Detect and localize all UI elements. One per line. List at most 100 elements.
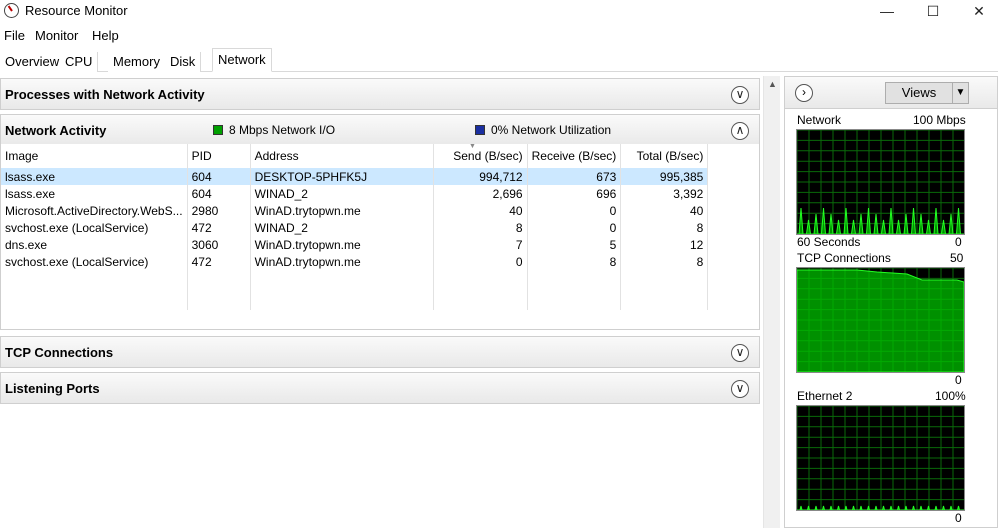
cell-total: 40 (620, 202, 709, 219)
column-header-send[interactable]: Send (B/sec) (433, 144, 528, 168)
cell-receive: 0 (527, 202, 622, 219)
column-header-image[interactable]: Image (1, 144, 188, 168)
cell-address: DESKTOP-5PHFK5J (250, 168, 434, 185)
graph-pane: › Views ▼ Network 100 Mbps 60 Seconds 0 … (784, 76, 998, 528)
cell-receive: 696 (527, 185, 622, 202)
processes-section-header[interactable]: Processes with Network Activity ∨ (0, 78, 760, 110)
cell-address: WINAD_2 (250, 219, 434, 236)
tcp-graph-min: 0 (955, 373, 962, 387)
title-bar: Resource Monitor — ☐ ✕ (0, 0, 998, 22)
minimize-icon[interactable]: — (864, 0, 910, 22)
tab-strip: Overview CPU Memory Disk Network (0, 48, 998, 72)
cell-receive: 5 (527, 236, 622, 253)
cell-pid: 604 (187, 168, 251, 185)
column-header-address[interactable]: Address (250, 144, 434, 168)
tab-cpu[interactable]: CPU (60, 52, 99, 72)
cell-receive: 673 (527, 168, 622, 185)
ethernet-graph-max: 100% (935, 389, 966, 403)
resource-monitor-icon (4, 3, 19, 18)
cell-send: 994,712 (433, 168, 528, 185)
tab-memory[interactable]: Memory (108, 52, 166, 72)
tcp-graph-max: 50 (950, 251, 964, 265)
tcp-connections-graph (796, 267, 965, 373)
tab-disk[interactable]: Disk (165, 52, 202, 72)
tcp-trace (797, 269, 964, 372)
ethernet-graph-min: 0 (955, 511, 962, 525)
listening-ports-header[interactable]: Listening Ports ∨ (0, 372, 760, 404)
io-legend-label: 8 Mbps Network I/O (229, 123, 336, 137)
views-button[interactable]: Views (885, 82, 953, 104)
menu-monitor[interactable]: Monitor (35, 28, 78, 43)
ethernet-graph (796, 405, 965, 511)
utilization-legend-label: 0% Network Utilization (491, 123, 612, 137)
cell-image: lsass.exe (1, 168, 188, 185)
listening-ports-title: Listening Ports (5, 381, 100, 396)
chevron-down-icon[interactable]: ∨ (731, 380, 749, 398)
table-row[interactable]: dns.exe 3060 WinAD.trytopwn.me 7 5 12 (1, 236, 709, 253)
chevron-right-icon[interactable]: › (795, 84, 813, 102)
table-row[interactable]: Microsoft.ActiveDirectory.WebS... 2980 Win… (1, 202, 709, 219)
cell-send: 0 (433, 253, 528, 270)
chevron-down-icon[interactable]: ∨ (731, 86, 749, 104)
network-graph-min: 0 (955, 235, 962, 249)
cell-total: 12 (620, 236, 709, 253)
table-header-row: Image PID Address Send (B/sec) Receive (… (1, 144, 709, 168)
chevron-up-icon[interactable]: ∧ (731, 122, 749, 140)
ethernet-graph-title: Ethernet 2 (797, 389, 853, 403)
tab-overview[interactable]: Overview (0, 52, 66, 72)
cell-send: 2,696 (433, 185, 528, 202)
cell-image: lsass.exe (1, 185, 188, 202)
table-row[interactable]: svchost.exe (LocalService) 472 WINAD_2 8 0 8 (1, 219, 709, 236)
io-legend-swatch (213, 125, 223, 135)
cell-pid: 2980 (187, 202, 251, 219)
cell-image: Microsoft.ActiveDirectory.WebS... (1, 202, 188, 219)
network-graph-time-span: 60 Seconds (797, 235, 861, 249)
cell-total: 8 (620, 219, 709, 236)
chevron-down-icon[interactable]: ∨ (731, 344, 749, 362)
network-activity-title: Network Activity (5, 123, 107, 138)
window-title: Resource Monitor (25, 3, 128, 18)
graph-pane-header: › Views ▼ (785, 77, 997, 109)
cell-image: dns.exe (1, 236, 188, 253)
utilization-legend-swatch (475, 125, 485, 135)
scroll-up-icon[interactable]: ▲ (764, 76, 781, 93)
cell-pid: 604 (187, 185, 251, 202)
cell-image: svchost.exe (LocalService) (1, 253, 188, 270)
cell-address: WinAD.trytopwn.me (250, 253, 434, 270)
network-activity-table: ▼ Image PID Address Send (B/sec) Receive… (0, 143, 760, 330)
table-row[interactable]: svchost.exe (LocalService) 472 WinAD.tryto… (1, 253, 709, 270)
network-graph-title: Network (797, 113, 842, 127)
cell-receive: 8 (527, 253, 622, 270)
network-activity-header[interactable]: Network Activity 8 Mbps Network I/O 0% N… (0, 114, 760, 146)
menu-help[interactable]: Help (92, 28, 119, 43)
network-graph (796, 129, 965, 235)
cell-total: 8 (620, 253, 709, 270)
tcp-connections-header[interactable]: TCP Connections ∨ (0, 336, 760, 368)
cell-pid: 472 (187, 253, 251, 270)
cell-image: svchost.exe (LocalService) (1, 219, 188, 236)
cell-pid: 472 (187, 219, 251, 236)
cell-send: 8 (433, 219, 528, 236)
network-graph-max: 100 Mbps (913, 113, 966, 127)
cell-receive: 0 (527, 219, 622, 236)
cell-send: 40 (433, 202, 528, 219)
left-pane: Processes with Network Activity ∨ Networ… (0, 74, 762, 528)
column-header-receive[interactable]: Receive (B/sec) (527, 144, 622, 168)
close-icon[interactable]: ✕ (956, 0, 998, 22)
table-filler-row (1, 270, 709, 310)
maximize-icon[interactable]: ☐ (910, 0, 956, 22)
cell-address: WinAD.trytopwn.me (250, 202, 434, 219)
views-dropdown-icon[interactable]: ▼ (953, 82, 969, 104)
cell-total: 995,385 (620, 168, 709, 185)
processes-section-title: Processes with Network Activity (5, 87, 205, 102)
table-row[interactable]: lsass.exe 604 WINAD_2 2,696 696 3,392 (1, 185, 709, 202)
cell-pid: 3060 (187, 236, 251, 253)
column-header-pid[interactable]: PID (187, 144, 251, 168)
cell-address: WinAD.trytopwn.me (250, 236, 434, 253)
menu-file[interactable]: File (4, 28, 25, 43)
cell-total: 3,392 (620, 185, 709, 202)
column-header-total[interactable]: Total (B/sec) (620, 144, 709, 168)
table-row[interactable]: lsass.exe 604 DESKTOP-5PHFK5J 994,712 673 995… (1, 168, 709, 185)
tab-network[interactable]: Network (212, 48, 272, 72)
vertical-scrollbar[interactable]: ▲ (763, 76, 780, 528)
